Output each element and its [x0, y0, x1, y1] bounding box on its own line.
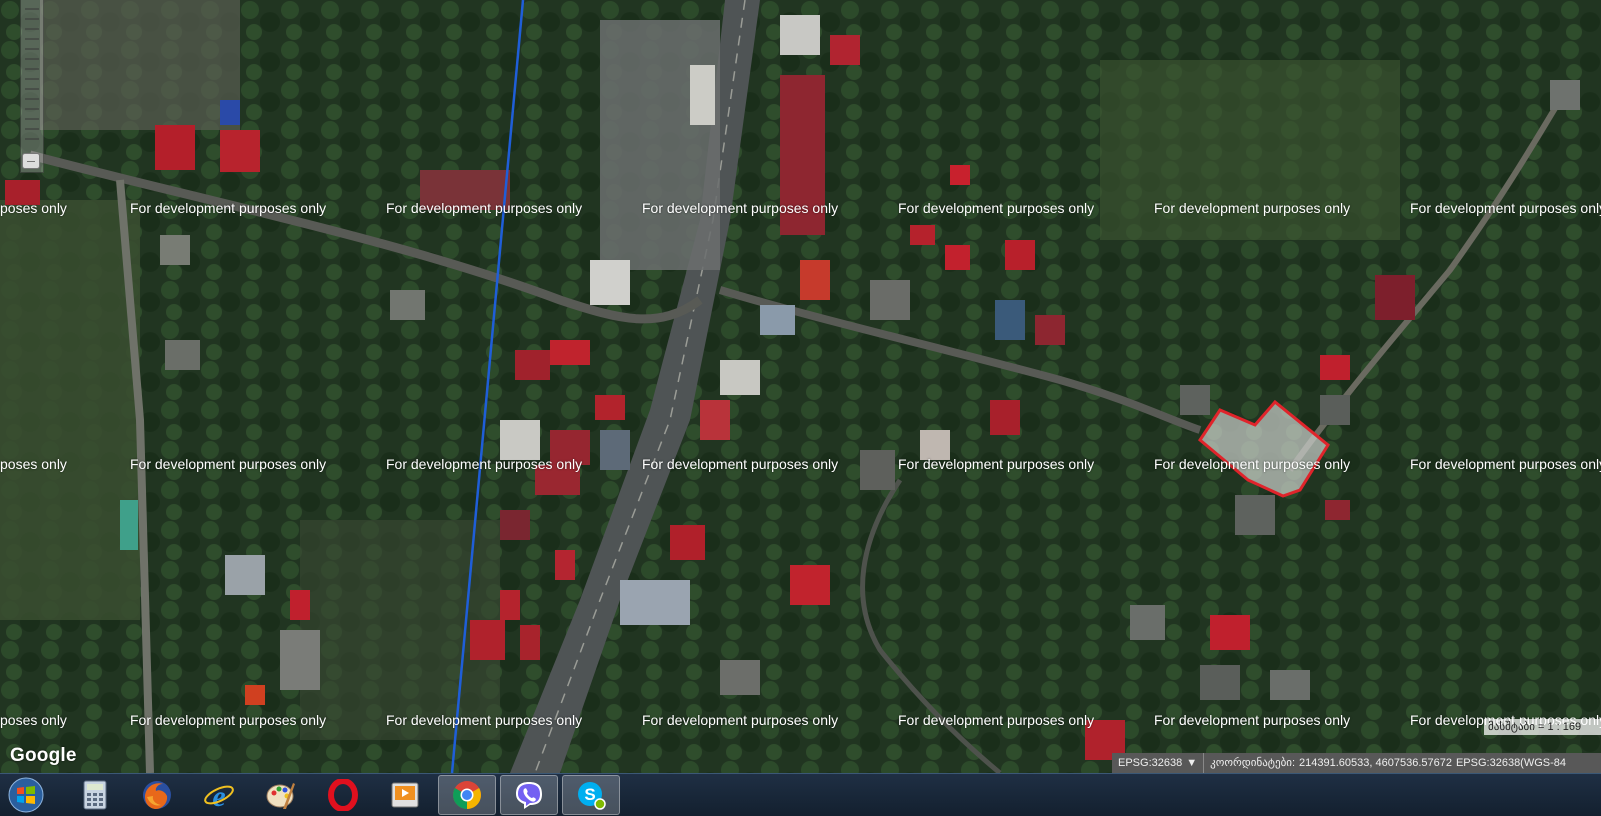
coordinates-label: კოორდინატები: — [1210, 757, 1296, 769]
chrome-icon — [453, 781, 481, 809]
map-status-bar: EPSG:32638 ▼ კოორდინატები: 214391.60533,… — [1112, 753, 1601, 773]
taskbar-opera[interactable] — [314, 775, 372, 815]
calculator-icon — [83, 780, 107, 810]
windows-start-icon — [8, 777, 44, 813]
coordinates-readout: კოორდინატები: 214391.60533, 4607536.5767… — [1204, 753, 1572, 773]
viber-icon — [516, 782, 542, 809]
svg-text:e: e — [212, 780, 225, 811]
zoom-tick — [25, 8, 39, 10]
zoom-tick — [25, 38, 39, 40]
taskbar-chrome[interactable] — [438, 775, 496, 815]
zoom-tick — [25, 78, 39, 80]
skype-icon: S — [578, 782, 606, 810]
zoom-tick — [25, 18, 39, 20]
google-logo: Google — [10, 745, 77, 766]
zoom-slider-thumb[interactable] — [22, 153, 40, 169]
start-button[interactable] — [0, 774, 52, 816]
zoom-tick — [25, 58, 39, 60]
taskbar-internet-explorer[interactable]: e — [190, 775, 248, 815]
taskbar-firefox[interactable] — [128, 775, 186, 815]
internet-explorer-icon: e — [204, 780, 234, 811]
zoom-tick — [25, 98, 39, 100]
projection-select[interactable]: EPSG:32638 ▼ — [1112, 753, 1205, 773]
taskbar-media-player[interactable] — [376, 775, 434, 815]
satellite-map[interactable]: poses only For development purposes only… — [0, 0, 1601, 773]
taskbar-viber[interactable] — [500, 775, 558, 815]
windows-taskbar: e S — [0, 773, 1601, 816]
coordinates-crs: EPSG:32638(WGS-84 — [1455, 757, 1567, 769]
taskbar-skype[interactable]: S — [562, 775, 620, 815]
scale-indicator: მასშტაბი = 1 : 169 — [1484, 719, 1601, 735]
chevron-down-icon: ▼ — [1186, 757, 1198, 769]
zoom-tick — [25, 118, 39, 120]
zoom-tick — [25, 48, 39, 50]
svg-text:S: S — [584, 785, 595, 804]
zoom-tick — [25, 88, 39, 90]
zoom-tick — [25, 108, 39, 110]
zoom-tick — [25, 138, 39, 140]
media-player-icon — [391, 782, 419, 808]
opera-icon — [328, 779, 358, 811]
zoom-tick — [25, 128, 39, 130]
projection-value: EPSG:32638 — [1118, 757, 1183, 769]
taskbar-paint[interactable] — [252, 775, 310, 815]
coordinates-value: 214391.60533, 4607536.57672 — [1299, 757, 1452, 769]
map-imagery — [0, 0, 1601, 773]
paint-icon — [266, 783, 295, 809]
zoom-tick — [25, 68, 39, 70]
zoom-tick — [25, 28, 39, 30]
firefox-icon — [143, 781, 171, 809]
zoom-slider[interactable] — [20, 0, 44, 173]
taskbar-calculator[interactable] — [66, 775, 124, 815]
